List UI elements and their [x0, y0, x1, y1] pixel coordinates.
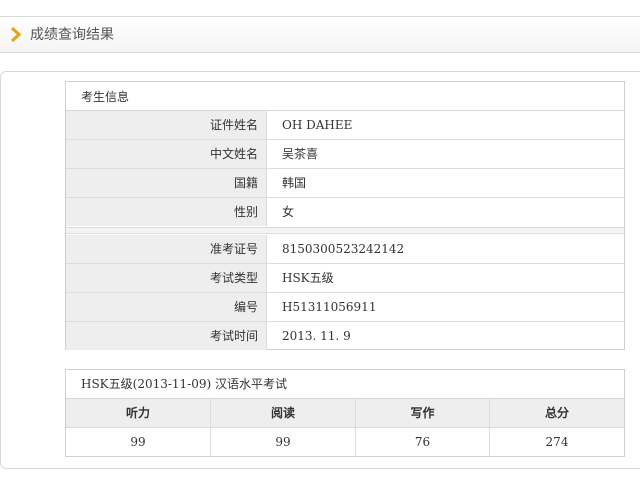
score-column-headers: 听力 阅读 写作 总分: [66, 399, 624, 428]
info-row-exam-type: 考试类型 HSK五级: [66, 264, 624, 293]
info-value: OH DAHEE: [282, 118, 353, 132]
info-label: 考试时间: [66, 322, 267, 350]
info-value: HSK五级: [282, 271, 334, 285]
candidate-info-table: 考生信息 证件姓名 OH DAHEE 中文姓名 吴茶喜 国籍 韩国 性别 女 准…: [65, 81, 625, 350]
score-values-row: 99 99 76 274: [66, 428, 624, 456]
info-row-chinese-name: 中文姓名 吴茶喜: [66, 140, 624, 169]
score-reading: 99: [211, 428, 356, 456]
info-row-nationality: 国籍 韩国: [66, 169, 624, 198]
info-value: 吴茶喜: [282, 147, 319, 161]
info-label: 国籍: [66, 169, 267, 197]
score-table-title: HSK五级(2013-11-09) 汉语水平考试: [81, 377, 288, 391]
info-row-id-name: 证件姓名 OH DAHEE: [66, 111, 624, 140]
info-value: 8150300523242142: [282, 242, 405, 256]
page-header: 成绩查询结果: [0, 16, 640, 53]
info-row-admission-number: 准考证号 8150300523242142: [66, 235, 624, 264]
score-header-listening: 听力: [66, 399, 211, 427]
page-title: 成绩查询结果: [30, 27, 114, 43]
info-row-serial-number: 编号 H51311056911: [66, 293, 624, 322]
chevron-right-icon: [10, 26, 22, 43]
info-row-exam-date: 考试时间 2013. 11. 9: [66, 322, 624, 351]
score-header-writing: 写作: [356, 399, 490, 427]
score-writing: 76: [356, 428, 490, 456]
info-label: 性别: [66, 198, 267, 226]
info-value: 韩国: [282, 176, 307, 190]
info-label: 编号: [66, 293, 267, 321]
group-divider: [66, 227, 624, 234]
score-header-reading: 阅读: [211, 399, 356, 427]
info-value: 女: [282, 205, 295, 219]
info-label: 证件姓名: [66, 111, 267, 139]
info-value: 2013. 11. 9: [282, 329, 351, 343]
info-row-gender: 性别 女: [66, 198, 624, 227]
candidate-info-header: 考生信息: [66, 82, 624, 111]
score-total: 274: [545, 435, 569, 449]
score-table-header: HSK五级(2013-11-09) 汉语水平考试: [66, 370, 624, 399]
info-value: H51311056911: [282, 300, 377, 314]
score-table: HSK五级(2013-11-09) 汉语水平考试 听力 阅读 写作 总分 99 …: [65, 369, 625, 457]
score-header-total: 总分: [544, 406, 569, 420]
info-label: 考试类型: [66, 264, 267, 292]
info-label: 准考证号: [66, 235, 267, 263]
section-title: 考生信息: [81, 90, 130, 104]
score-listening: 99: [66, 428, 211, 456]
info-label: 中文姓名: [66, 140, 267, 168]
